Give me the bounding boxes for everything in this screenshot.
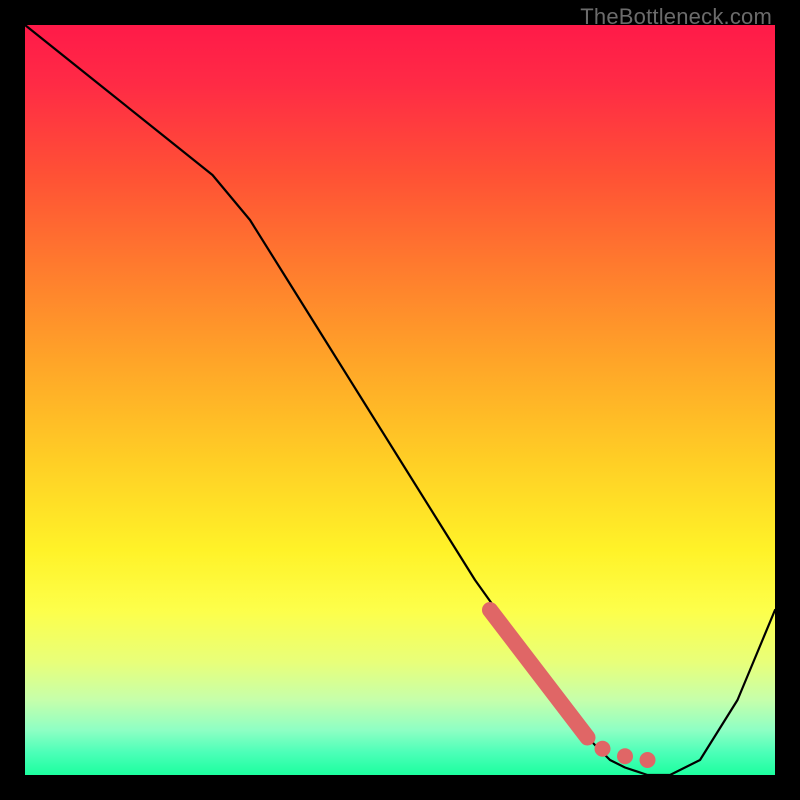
chart-area xyxy=(25,25,775,775)
watermark-text: TheBottleneck.com xyxy=(580,4,772,30)
highlight-dot xyxy=(617,748,633,764)
highlight-dots xyxy=(595,741,656,768)
chart-svg xyxy=(25,25,775,775)
bottleneck-curve xyxy=(25,25,775,775)
highlight-dot xyxy=(595,741,611,757)
highlight-segment xyxy=(490,610,588,738)
highlight-dot xyxy=(640,752,656,768)
